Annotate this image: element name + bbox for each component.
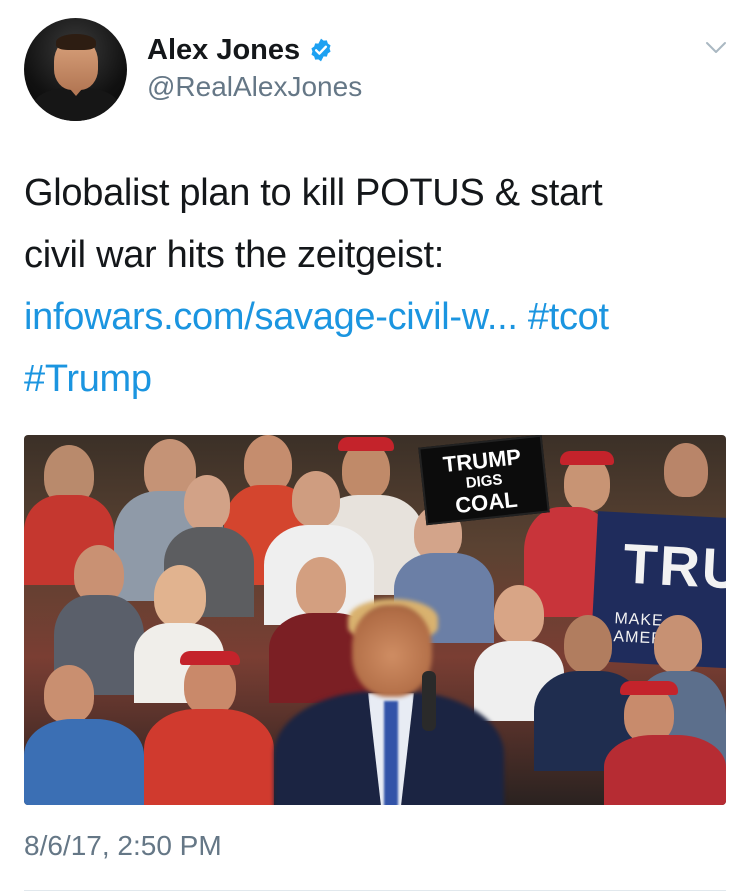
- verified-badge-icon: [311, 38, 331, 62]
- crowd-person: [184, 475, 230, 531]
- tweet-hashtag-line: #Trump: [24, 348, 724, 410]
- tweet-timestamp[interactable]: 8/6/17, 2:50 PM: [24, 830, 222, 862]
- avatar-hair: [56, 34, 96, 50]
- speaker-figure: [274, 599, 504, 805]
- avatar[interactable]: [24, 18, 127, 121]
- tweet-text: Globalist plan to kill POTUS & start civ…: [24, 162, 724, 410]
- tweet-header: Alex Jones @RealAlexJones: [24, 18, 734, 128]
- tweet-text-line: civil war hits the zeitgeist:: [24, 234, 445, 276]
- tweet-links-line: infowars.com/savage-civil-w... #tcot: [24, 286, 724, 348]
- banner-text: TRU: [621, 531, 726, 601]
- user-handle[interactable]: @RealAlexJones: [147, 70, 362, 104]
- chevron-down-icon[interactable]: [704, 40, 728, 56]
- red-cap: [338, 437, 394, 451]
- display-name[interactable]: Alex Jones: [147, 33, 300, 67]
- crowd-person-shirt: [144, 709, 274, 805]
- speaker-tie: [384, 701, 398, 805]
- crowd-person: [44, 665, 94, 723]
- crowd-person: [654, 615, 702, 673]
- article-link[interactable]: infowars.com/savage-civil-w...: [24, 296, 518, 338]
- crowd-person: [664, 443, 708, 497]
- tweet-photo[interactable]: TRUMP DIGS COAL TRU MAKE AMERICA: [24, 435, 726, 805]
- crowd-person: [154, 565, 206, 627]
- crowd-person-shirt: [604, 735, 726, 805]
- red-cap: [180, 651, 240, 665]
- hashtag-tcot[interactable]: #tcot: [528, 296, 609, 338]
- crowd-person: [564, 615, 612, 673]
- tweet-text-line: Globalist plan to kill POTUS & start: [24, 172, 603, 214]
- red-cap: [620, 681, 678, 695]
- red-cap: [560, 451, 614, 465]
- divider: [24, 890, 726, 891]
- speaker-head: [352, 605, 432, 697]
- trump-digs-coal-sign: TRUMP DIGS COAL: [418, 435, 550, 526]
- crowd-person-shirt: [24, 719, 144, 805]
- microphone: [422, 671, 436, 731]
- name-row[interactable]: Alex Jones: [147, 33, 334, 67]
- crowd-person: [292, 471, 340, 527]
- hashtag-trump[interactable]: #Trump: [24, 358, 152, 400]
